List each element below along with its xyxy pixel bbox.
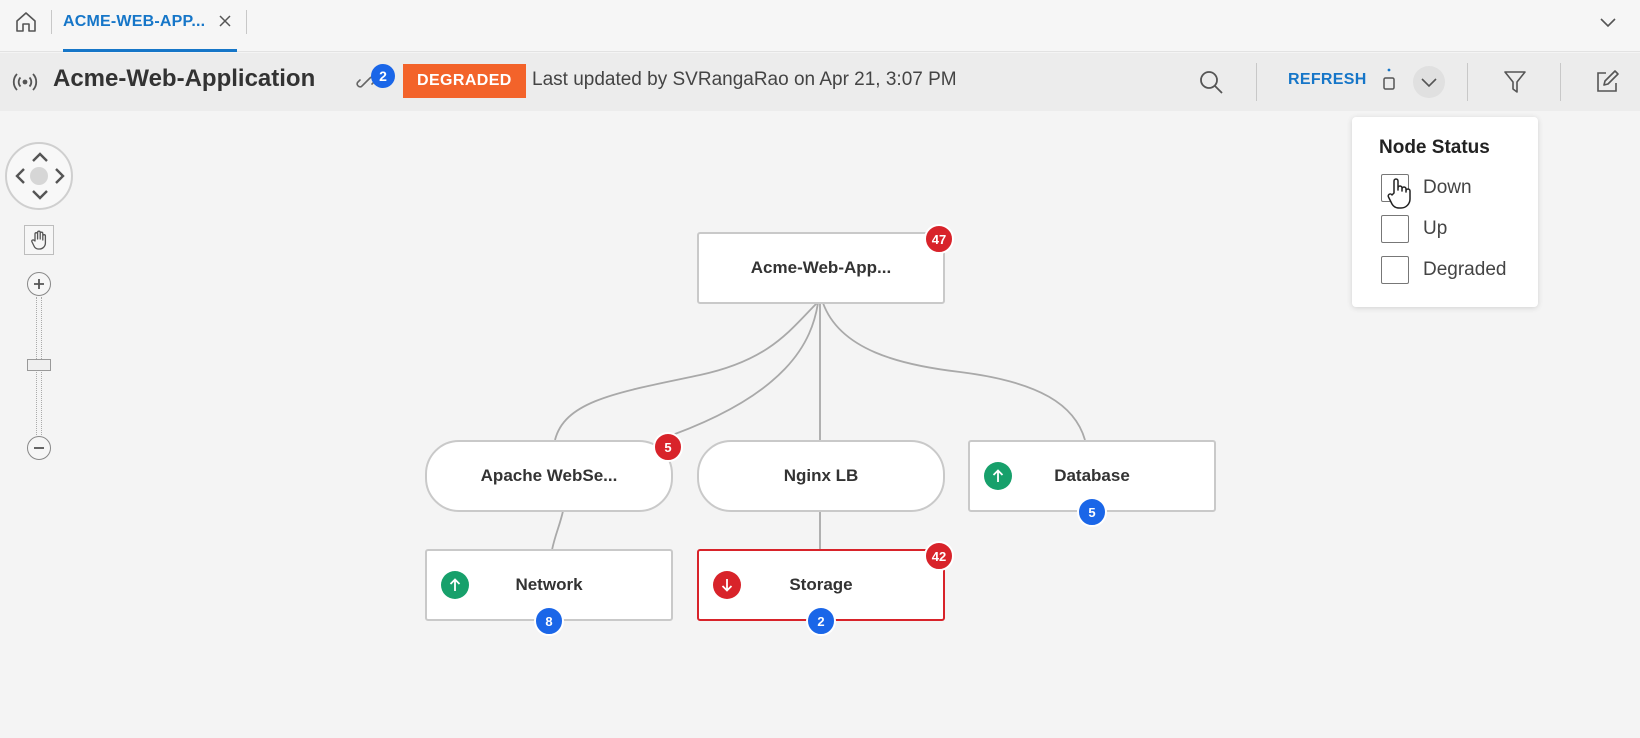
node-label: Database — [1054, 466, 1130, 485]
status-down-icon — [713, 571, 741, 599]
node-label: Apache WebSe... — [480, 466, 618, 485]
node-label: Nginx LB — [783, 466, 859, 485]
node-network[interactable]: Network 8 — [425, 549, 673, 636]
node-acme-web-app[interactable]: Acme-Web-App... 47 — [697, 224, 954, 304]
child-count-badge: 5 — [1077, 497, 1107, 527]
node-apache-webserver[interactable]: Apache WebSe... 5 — [425, 432, 683, 512]
node-database[interactable]: Database 5 — [968, 440, 1216, 527]
node-label: Acme-Web-App... — [750, 258, 892, 277]
node-label: Network — [515, 575, 583, 594]
child-count-badge: 2 — [806, 606, 836, 636]
checkbox[interactable] — [1381, 256, 1409, 284]
node-status-filter-panel: Node Status Down Up Degraded — [1352, 117, 1538, 307]
filter-option-label: Up — [1423, 218, 1448, 239]
alert-count-badge: 42 — [924, 541, 954, 571]
hand-pointer-cursor — [1387, 178, 1411, 209]
filter-option-up[interactable]: Up — [1381, 215, 1447, 243]
checkbox[interactable] — [1381, 215, 1409, 243]
status-up-icon — [441, 571, 469, 599]
filter-option-label: Down — [1423, 177, 1472, 198]
filter-title: Node Status — [1379, 137, 1490, 158]
child-count-badge: 8 — [534, 606, 564, 636]
filter-option-degraded[interactable]: Degraded — [1381, 256, 1506, 284]
node-nginx-lb[interactable]: Nginx LB — [697, 440, 945, 512]
node-label: Storage — [789, 575, 853, 594]
status-up-icon — [984, 462, 1012, 490]
node-storage[interactable]: Storage 42 2 — [697, 541, 954, 636]
alert-count-badge: 47 — [924, 224, 954, 254]
filter-option-label: Degraded — [1423, 259, 1507, 280]
alert-count-badge: 5 — [653, 432, 683, 462]
